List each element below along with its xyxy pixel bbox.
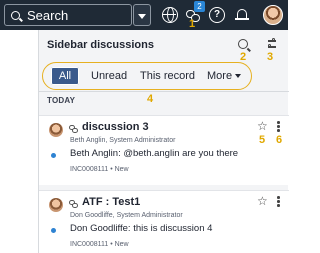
more-options-icon[interactable]	[277, 121, 280, 132]
avatar	[49, 198, 63, 212]
search-icon	[11, 10, 20, 20]
globe-icon[interactable]	[162, 7, 178, 23]
discussion-card[interactable]: discussion 3 Beth Anglin, System Adminis…	[39, 115, 289, 185]
user-avatar[interactable]	[263, 5, 283, 25]
panel-title: Sidebar discussions	[47, 39, 154, 51]
tab-this-record[interactable]: This record	[140, 67, 195, 85]
annotation-number-3: 3	[267, 51, 274, 63]
search-icon[interactable]	[238, 39, 248, 49]
discussions-count-badge: 2	[194, 1, 205, 12]
help-icon[interactable]: ?	[209, 7, 225, 23]
unread-dot-icon	[51, 153, 56, 158]
annotation-number-2: 2	[240, 51, 247, 63]
panel-header: Sidebar discussions	[39, 30, 289, 60]
discussion-author: Don Goodliffe, System Administrator	[70, 212, 183, 219]
discussion-record-meta[interactable]: INC0008111 • New	[70, 166, 129, 173]
tab-unread[interactable]: Unread	[91, 67, 127, 85]
discussion-author: Beth Anglin, System Administrator	[70, 137, 176, 144]
unread-dot-icon	[51, 228, 56, 233]
discussion-title: discussion 3	[82, 121, 149, 133]
discussion-card[interactable]: ATF : Test1 Don Goodliffe, System Admini…	[39, 190, 289, 253]
global-search-box[interactable]: Search	[4, 4, 132, 26]
filter-tabs: All Unread This record More	[39, 63, 289, 89]
tab-more-label: More	[207, 70, 233, 82]
sidebar-discussions-panel: Sidebar discussions 2 3 All Unread This …	[38, 30, 289, 253]
discussion-record-meta[interactable]: INC0008111 • New	[70, 241, 129, 248]
filter-icon[interactable]	[267, 38, 277, 50]
more-options-icon[interactable]	[277, 196, 280, 207]
annotation-number-6: 6	[276, 134, 283, 146]
discussion-title: ATF : Test1	[82, 196, 141, 208]
chevron-down-icon	[235, 74, 242, 79]
search-scope-dropdown-button[interactable]	[133, 4, 151, 26]
star-icon[interactable]: ☆	[257, 195, 268, 207]
search-label: Search	[27, 7, 69, 23]
discussion-message: Beth Anglin: @beth.anglin are you there	[70, 148, 239, 159]
avatar	[49, 123, 63, 137]
bell-icon[interactable]	[234, 7, 250, 23]
discussion-icon	[69, 125, 79, 134]
top-navigation-bar: Search 2 ?	[0, 0, 288, 30]
annotation-number-1: 1	[189, 18, 196, 30]
discussion-message: Don Goodliffe: this is discussion 4	[70, 223, 213, 234]
tab-more[interactable]: More	[207, 67, 242, 85]
annotation-number-5: 5	[259, 134, 266, 146]
annotation-number-4: 4	[147, 93, 154, 105]
divider	[39, 91, 289, 92]
discussion-icon	[69, 200, 79, 209]
section-label-today: TODAY	[47, 96, 76, 105]
star-icon[interactable]: ☆	[257, 120, 268, 132]
tab-all[interactable]: All	[51, 67, 79, 85]
